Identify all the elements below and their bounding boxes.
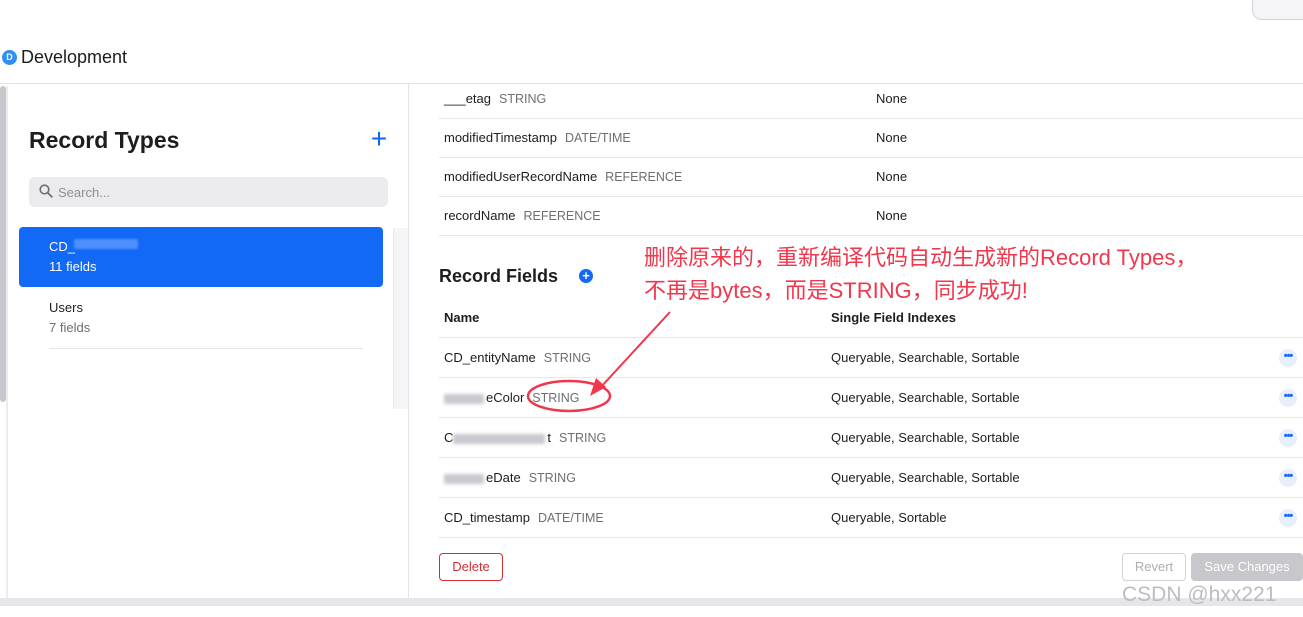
annotation-arrow-line (599, 311, 671, 389)
annotation-text-line2: 不再是bytes，而是STRING，同步成功! (644, 278, 1028, 303)
annotation-arrow-head (590, 378, 606, 396)
watermark: CSDN @hxx221 (1122, 583, 1277, 606)
annotation-overlay (526, 311, 671, 413)
annotation-text-line1: 删除原来的，重新编译代码自动生成新的Record Types， (644, 245, 1198, 270)
